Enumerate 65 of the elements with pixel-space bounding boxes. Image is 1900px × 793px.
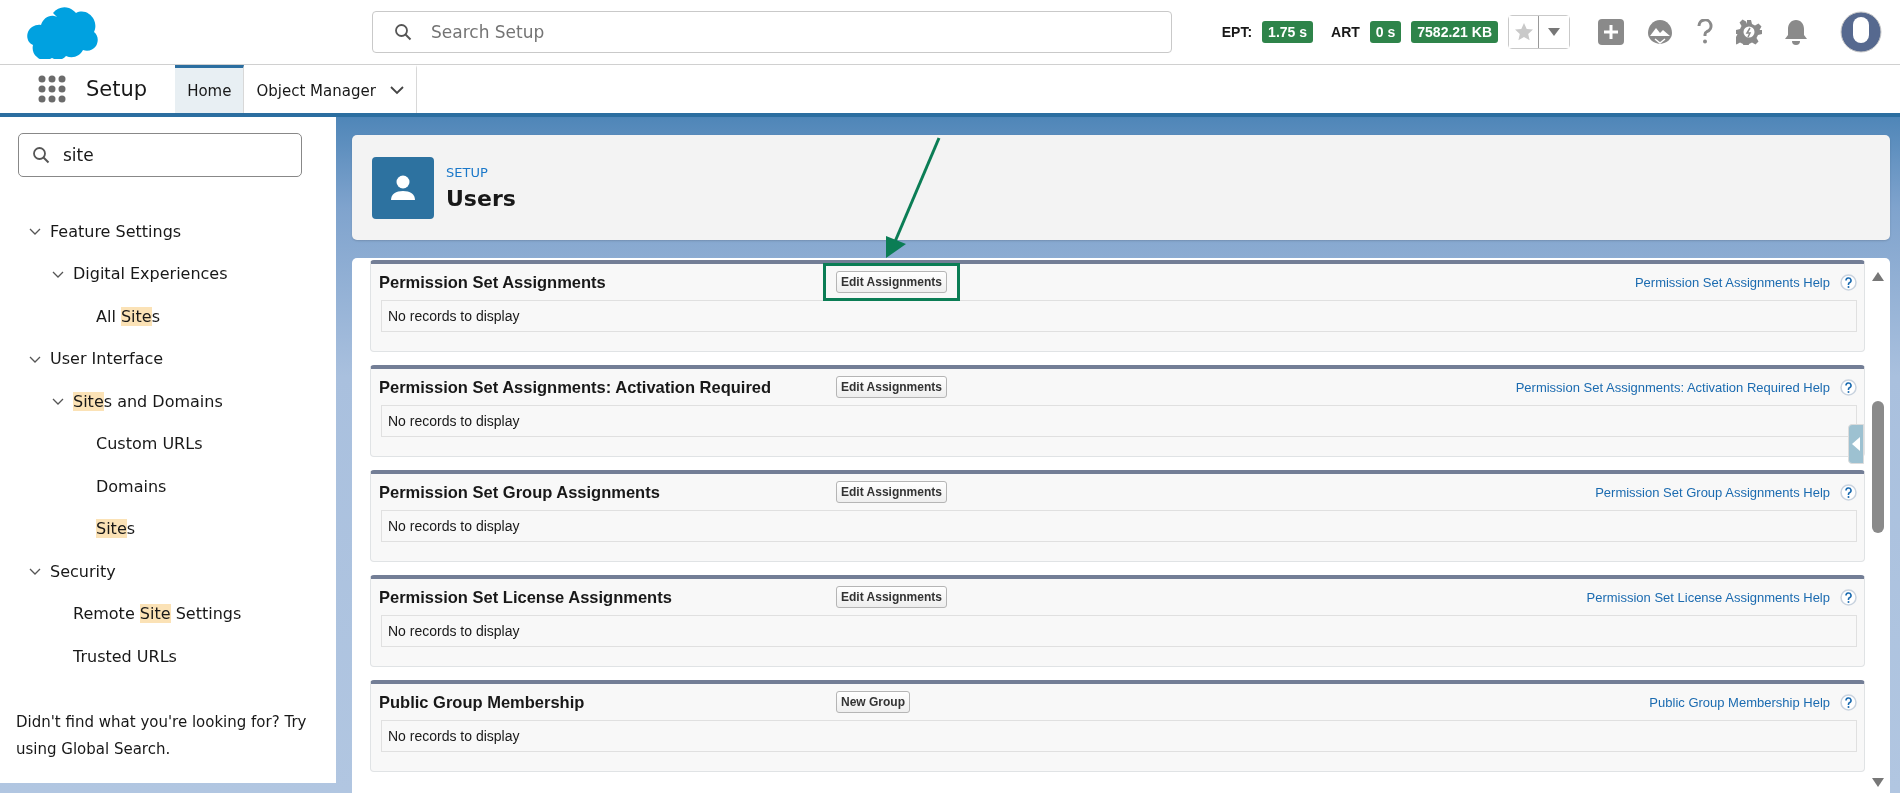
section-button[interactable]: Edit Assignments: [836, 586, 947, 608]
caret-icon: [1548, 28, 1560, 36]
bell-icon: [1784, 19, 1808, 45]
section-title: Permission Set Group Assignments: [379, 482, 661, 502]
app-name: Setup: [86, 77, 148, 101]
section-title: Permission Set Assignments: [379, 272, 607, 292]
scroll-down-icon[interactable]: [1871, 778, 1884, 787]
favorite-button[interactable]: [1509, 16, 1539, 48]
breadcrumb: SETUP: [446, 164, 489, 180]
help-link[interactable]: Permission Set Assignments: Activation Required Help: [1515, 379, 1830, 395]
metric-label: ART: [1331, 24, 1360, 40]
tree-item[interactable]: Sites and Domains: [73, 391, 223, 411]
empty-message: No records to display: [381, 300, 1857, 332]
tree-item[interactable]: Security: [50, 561, 116, 581]
help-link[interactable]: Public Group Membership Help: [1649, 694, 1830, 710]
empty-message: No records to display: [381, 720, 1857, 752]
empty-message: No records to display: [381, 405, 1857, 437]
metric-value: 1.75 s: [1262, 21, 1314, 43]
help-icon[interactable]: [1840, 483, 1857, 501]
help-icon[interactable]: [1840, 693, 1857, 711]
metric-value: 0 s: [1369, 21, 1402, 43]
tree-item[interactable]: Trusted URLs: [73, 646, 177, 666]
help-link[interactable]: Permission Set License Assignments Help: [1586, 589, 1830, 605]
help-link[interactable]: Permission Set Group Assignments Help: [1595, 484, 1830, 500]
search-icon: [32, 146, 50, 164]
grid-icon: [38, 75, 66, 103]
search-icon: [394, 23, 412, 41]
help-icon[interactable]: [1840, 588, 1857, 606]
section-title: Permission Set License Assignments: [379, 587, 673, 607]
user-tile-icon: [372, 156, 434, 219]
section-button[interactable]: Edit Assignments: [836, 376, 947, 398]
help-link[interactable]: Permission Set Assignments Help: [1634, 274, 1830, 290]
help-icon[interactable]: [1840, 378, 1857, 396]
collapse-handle[interactable]: [1848, 424, 1864, 464]
scroll-up-icon[interactable]: [1871, 272, 1884, 281]
tree-item[interactable]: User Interface: [50, 349, 164, 369]
scrollbar-thumb[interactable]: [1871, 401, 1884, 533]
section-title: Permission Set Assignments: Activation Required: [379, 377, 773, 397]
plus-icon: [1598, 19, 1624, 45]
empty-message: No records to display: [381, 510, 1857, 542]
page-title: Users: [446, 185, 516, 211]
tree-item[interactable]: Remote Site Settings: [73, 604, 242, 624]
chevron-icon: [389, 86, 404, 95]
metric-value: 7582.21 KB: [1411, 21, 1498, 43]
avatar-icon: [1840, 11, 1882, 53]
gear-icon: [1736, 19, 1762, 45]
mountain-icon: [1646, 19, 1674, 45]
metric-label: EPT:: [1221, 24, 1253, 40]
tree-item[interactable]: Custom URLs: [96, 434, 203, 454]
help-icon[interactable]: [1840, 273, 1857, 291]
star-icon: [1513, 22, 1534, 42]
section-button[interactable]: Edit Assignments: [836, 481, 947, 503]
help-text: Didn't find what you're looking for? Try using Global Search.: [15, 712, 308, 760]
search-field[interactable]: Search Setup: [372, 11, 1172, 53]
tree-item[interactable]: Domains: [96, 476, 167, 496]
tree-item[interactable]: Feature Settings: [50, 221, 182, 241]
section-title: Public Group Membership: [379, 692, 586, 712]
nav-tab[interactable]: Home: [175, 65, 245, 113]
section-button[interactable]: Edit Assignments: [836, 271, 947, 293]
question-icon: [1696, 19, 1714, 45]
empty-message: No records to display: [381, 615, 1857, 647]
section-button[interactable]: New Group: [836, 691, 910, 713]
caret-icon: [1852, 437, 1860, 451]
quick-find-field[interactable]: site: [18, 133, 302, 177]
tree-item[interactable]: Digital Experiences: [73, 264, 228, 284]
